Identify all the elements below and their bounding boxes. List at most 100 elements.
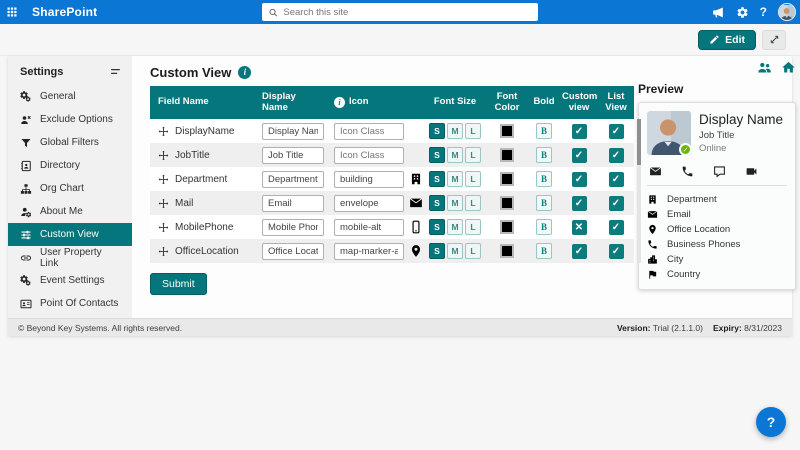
- font-size-small-button[interactable]: S: [429, 219, 445, 235]
- sidebar-item-global-filters[interactable]: Global Filters: [8, 131, 132, 154]
- list-view-checkbox[interactable]: ✓: [608, 147, 624, 163]
- font-size-medium-button[interactable]: M: [447, 123, 463, 139]
- home-icon[interactable]: [781, 60, 796, 75]
- bold-button[interactable]: B: [536, 147, 552, 163]
- bold-button[interactable]: B: [536, 171, 552, 187]
- list-view-checkbox[interactable]: ✓: [608, 123, 624, 139]
- bold-button[interactable]: B: [536, 195, 552, 211]
- edit-button[interactable]: Edit: [698, 29, 756, 50]
- font-color-swatch[interactable]: [500, 172, 514, 186]
- move-icon[interactable]: [158, 126, 169, 137]
- list-view-checkbox[interactable]: ✓: [608, 219, 624, 235]
- call-action-icon[interactable]: [681, 165, 694, 178]
- sidebar-item-exclude-options[interactable]: Exclude Options: [8, 108, 132, 131]
- bold-button[interactable]: B: [536, 219, 552, 235]
- search-input[interactable]: [283, 6, 532, 18]
- sidebar-item-about-me[interactable]: About Me: [8, 200, 132, 223]
- font-size-large-button[interactable]: L: [465, 195, 481, 211]
- font-size-large-button[interactable]: L: [465, 243, 481, 259]
- font-color-swatch[interactable]: [500, 244, 514, 258]
- move-icon[interactable]: [158, 246, 169, 257]
- help-menu-button[interactable]: ?: [760, 5, 767, 19]
- font-size-small-button[interactable]: S: [429, 123, 445, 139]
- font-size-large-button[interactable]: L: [465, 123, 481, 139]
- sidebar-item-event-settings[interactable]: Event Settings: [8, 269, 132, 292]
- icon-class-input[interactable]: [334, 122, 404, 140]
- resize-webpart-button[interactable]: [762, 29, 786, 50]
- sidebar-item-directory[interactable]: Directory: [8, 154, 132, 177]
- font-size-small-button[interactable]: S: [429, 243, 445, 259]
- move-icon[interactable]: [158, 174, 169, 185]
- preview-field-list: Department Email Office Location Busines…: [647, 185, 787, 282]
- list-item: Department: [647, 192, 787, 207]
- font-size-large-button[interactable]: L: [465, 147, 481, 163]
- font-size-small-button[interactable]: S: [429, 195, 445, 211]
- icon-class-input[interactable]: [334, 146, 404, 164]
- field-name: Department: [175, 173, 228, 185]
- display-name-input[interactable]: [262, 146, 324, 164]
- font-size-medium-button[interactable]: M: [447, 195, 463, 211]
- icon-class-input[interactable]: [334, 218, 404, 236]
- font-color-swatch[interactable]: [500, 124, 514, 138]
- icon-class-input[interactable]: [334, 242, 404, 260]
- search-box[interactable]: [262, 3, 538, 21]
- custom-view-checkbox[interactable]: ✓: [571, 195, 587, 211]
- move-icon[interactable]: [158, 222, 169, 233]
- app-launcher-button[interactable]: [0, 0, 24, 24]
- move-icon[interactable]: [158, 198, 169, 209]
- custom-view-checkbox[interactable]: ✕: [571, 219, 587, 235]
- font-size-small-button[interactable]: S: [429, 171, 445, 187]
- table-scrollbar[interactable]: [637, 119, 641, 263]
- bold-button[interactable]: B: [536, 123, 552, 139]
- announcements-button[interactable]: [712, 6, 725, 19]
- people-icon[interactable]: [757, 60, 772, 75]
- display-name-input[interactable]: [262, 170, 324, 188]
- list-view-checkbox[interactable]: ✓: [608, 171, 624, 187]
- list-view-checkbox[interactable]: ✓: [608, 243, 624, 259]
- display-name-input[interactable]: [262, 122, 324, 140]
- sidebar-item-org-chart[interactable]: Org Chart: [8, 177, 132, 200]
- custom-view-checkbox[interactable]: ✓: [571, 243, 587, 259]
- sidebar-item-user-property-link[interactable]: User Property Link: [8, 246, 132, 269]
- icon-class-input[interactable]: [334, 170, 404, 188]
- font-size-medium-button[interactable]: M: [447, 219, 463, 235]
- move-icon[interactable]: [158, 150, 169, 161]
- sidebar-collapse-button[interactable]: [109, 65, 122, 78]
- display-name-input[interactable]: [262, 194, 324, 212]
- font-size-medium-button[interactable]: M: [447, 243, 463, 259]
- info-icon[interactable]: i: [334, 97, 345, 108]
- display-name-input[interactable]: [262, 218, 324, 236]
- font-color-swatch[interactable]: [500, 220, 514, 234]
- info-icon[interactable]: i: [238, 65, 252, 79]
- font-size-medium-button[interactable]: M: [447, 147, 463, 163]
- sidebar-item-general[interactable]: General: [8, 85, 132, 108]
- sitemap-icon: [20, 183, 32, 195]
- sidebar-item-point-of-contacts[interactable]: Point Of Contacts: [8, 292, 132, 315]
- font-color-swatch[interactable]: [500, 148, 514, 162]
- megaphone-icon: [712, 6, 725, 19]
- display-name-input[interactable]: [262, 242, 324, 260]
- list-view-checkbox[interactable]: ✓: [608, 195, 624, 211]
- field-name: Mail: [175, 197, 194, 209]
- font-size-large-button[interactable]: L: [465, 171, 481, 187]
- icon-class-input[interactable]: [334, 194, 404, 212]
- email-action-icon[interactable]: [649, 165, 662, 178]
- row-icon: [409, 148, 423, 162]
- custom-view-checkbox[interactable]: ✓: [571, 171, 587, 187]
- font-color-swatch[interactable]: [500, 196, 514, 210]
- bold-button[interactable]: B: [536, 243, 552, 259]
- scrollbar-thumb[interactable]: [637, 119, 641, 165]
- submit-button[interactable]: Submit: [150, 273, 207, 295]
- help-button[interactable]: ?: [756, 407, 786, 437]
- sidebar-item-custom-view[interactable]: Custom View: [8, 223, 132, 246]
- custom-view-checkbox[interactable]: ✓: [571, 147, 587, 163]
- video-call-action-icon[interactable]: [745, 165, 758, 178]
- custom-view-checkbox[interactable]: ✓: [571, 123, 587, 139]
- chat-action-icon[interactable]: [713, 165, 726, 178]
- settings-sidebar: Settings General Exclude Options Global …: [8, 56, 132, 318]
- font-size-small-button[interactable]: S: [429, 147, 445, 163]
- font-size-medium-button[interactable]: M: [447, 171, 463, 187]
- user-avatar[interactable]: [778, 3, 796, 21]
- settings-button[interactable]: [736, 6, 749, 19]
- font-size-large-button[interactable]: L: [465, 219, 481, 235]
